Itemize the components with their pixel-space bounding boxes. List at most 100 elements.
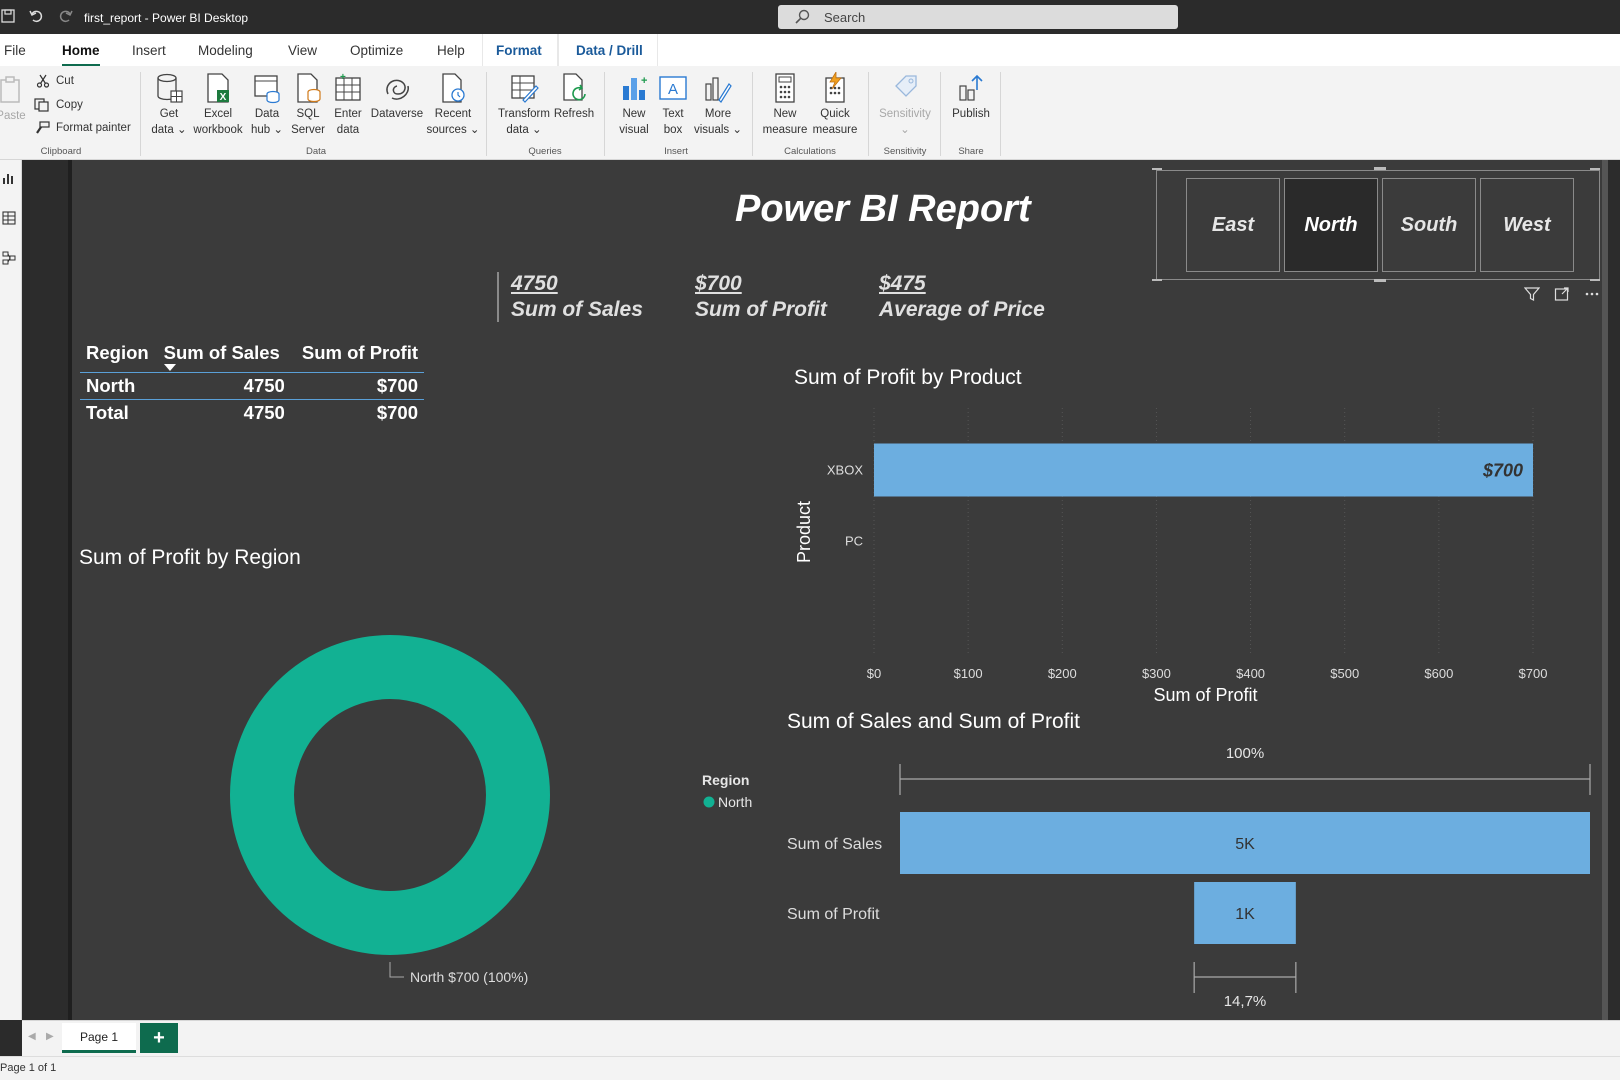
selection-handle[interactable] [1152,279,1162,281]
donut-chart-title: Sum of Profit by Region [79,546,301,569]
tab-scroll-left-icon[interactable]: ◀ [28,1031,36,1042]
selection-handle[interactable] [1152,168,1162,170]
more-visuals-icon [705,77,732,103]
get-data-button[interactable]: Get data ⌄ [148,72,190,138]
insert-group-label: Insert [664,146,688,157]
slicer-button-west[interactable]: West [1480,178,1574,272]
selection-handle[interactable] [1590,168,1600,170]
data-hub-label-line1: Data [254,108,280,120]
column-header-profit[interactable]: Sum of Profit [291,338,424,373]
tab-page-1[interactable]: Page 1 [62,1023,136,1053]
window-title: first_report - Power BI Desktop [84,11,249,25]
kpi-card-price[interactable]: $475 Average of Price [879,272,1045,322]
menu-modeling[interactable]: Modeling [198,43,253,58]
new-measure-label-line1: New [773,108,797,120]
redo-icon[interactable] [58,8,74,24]
save-icon[interactable] [0,8,16,24]
paste-button[interactable]: Paste [0,74,28,124]
new-measure-label-line2: measure [762,124,808,136]
more-visuals-label-line2: visuals [694,124,730,136]
transform-label-line2: data [506,124,529,136]
slicer-button-south[interactable]: South [1382,178,1476,272]
kpi-card-sales[interactable]: 4750 Sum of Sales [511,272,643,322]
focus-mode-icon[interactable] [1554,286,1570,302]
sensitivity-button[interactable]: Sensitivity ⌄ [876,72,934,138]
model-view-icon[interactable] [1,250,17,266]
quick-measure-button[interactable]: Quick measure [810,72,860,138]
sort-descending-icon[interactable] [164,364,176,371]
slicer-button-north[interactable]: North [1284,178,1378,272]
tab-scroll-right-icon[interactable]: ▶ [46,1031,54,1042]
sensitivity-label: Sensitivity [879,108,931,120]
column-header-sales[interactable]: Sum of Sales [158,338,291,373]
new-visual-label-line2: visual [619,124,649,136]
new-visual-button[interactable]: + New visual [614,72,654,138]
slicer-button-east[interactable]: East [1186,178,1280,272]
menu-file[interactable]: File [4,43,26,58]
excel-label-line1: Excel [203,108,233,120]
add-page-button[interactable]: + [140,1023,178,1053]
search-placeholder: Search [824,10,866,25]
enter-data-button[interactable]: + Enter data [328,72,368,138]
report-page [72,160,1602,1020]
dataverse-label: Dataverse [370,108,424,120]
kpi-value: $700 [695,272,742,295]
quick-measure-label-line1: Quick [820,108,850,120]
text-box-label-line2: box [663,124,683,136]
quick-measure-label-line2: measure [812,124,858,136]
transform-data-button[interactable]: Transform data ⌄ [496,72,552,138]
excel-workbook-button[interactable]: X Excel workbook [190,72,246,138]
recent-label-line2: sources [426,124,467,136]
data-hub-label-line2: hub [250,124,271,136]
menu-data-drill[interactable]: Data / Drill [576,43,643,58]
kpi-value: 4750 [511,272,558,295]
kpi-card-profit[interactable]: $700 Sum of Profit [695,272,827,322]
sql-label-line2: Server [291,124,325,136]
table-header-row: Region Sum of Sales Sum of Profit [80,338,424,373]
menu-view[interactable]: View [288,43,317,58]
paste-icon [0,76,20,103]
enter-data-label-line2: data [336,124,360,136]
enter-data-label-line1: Enter [334,108,362,120]
recent-sources-button[interactable]: Recent sources ⌄ [426,72,480,138]
cell-total-sales: 4750 [157,399,291,426]
more-options-icon[interactable] [1584,286,1600,302]
format-painter-button[interactable]: Format painter [34,121,131,135]
filter-icon[interactable] [1524,286,1540,302]
search-input[interactable]: Search [778,5,1178,29]
selection-handle[interactable] [1590,279,1600,281]
kpi-label: Average of Price [879,298,1045,321]
status-bar: Page 1 of 1 [0,1056,1620,1080]
chevron-down-icon: ⌄ [900,124,910,136]
sql-server-button[interactable]: SQL Server [288,72,328,138]
dataverse-button[interactable]: Dataverse [368,72,426,122]
undo-icon[interactable] [28,8,44,24]
menu-optimize[interactable]: Optimize [350,43,403,58]
cut-button[interactable]: Cut [36,74,74,88]
get-data-label-line2: data [151,124,174,136]
data-hub-button[interactable]: Data hub ⌄ [246,72,288,138]
publish-button[interactable]: Publish [948,72,994,122]
text-box-label-line1: Text [662,108,684,120]
more-visuals-button[interactable]: More visuals ⌄ [694,72,742,138]
copy-button[interactable]: Copy [34,98,83,112]
menu-insert[interactable]: Insert [132,43,166,58]
text-box-button[interactable]: A Text box [654,72,692,138]
report-view-icon[interactable] [1,170,17,186]
selection-handle[interactable] [1374,167,1386,170]
vertical-scrollbar[interactable] [1602,160,1608,1020]
data-hub-icon [254,75,280,104]
refresh-label: Refresh [553,108,595,120]
menu-format[interactable]: Format [496,43,542,58]
menu-home[interactable]: Home [62,43,100,67]
table-view-icon[interactable] [1,210,17,226]
column-header-region[interactable]: Region [80,338,158,373]
region-table[interactable]: Region Sum of Sales Sum of Profit North … [80,338,424,426]
new-measure-button[interactable]: New measure [760,72,810,138]
selection-handle[interactable] [1374,279,1386,282]
more-visuals-label-line1: More [704,108,732,120]
table-row[interactable]: North 4750 $700 [80,372,424,400]
refresh-button[interactable]: Refresh [552,72,596,122]
database-icon [157,73,183,103]
menu-help[interactable]: Help [437,43,465,58]
